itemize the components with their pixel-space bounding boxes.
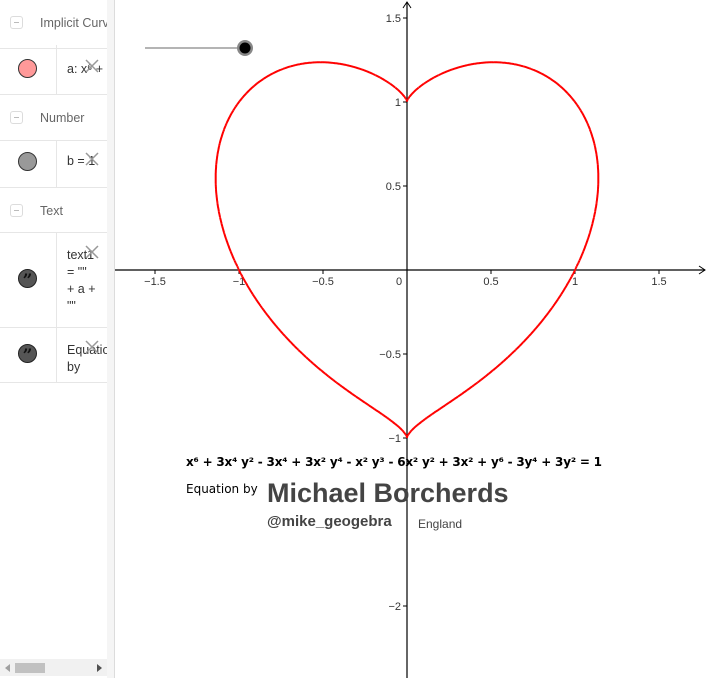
slider-knob[interactable] <box>239 42 251 54</box>
y-tick-label: −2 <box>388 601 401 613</box>
graphics-view[interactable]: −1.5 −1 −0.5 0 0.5 1 1.5 1.5 1 0.5 −0.5 −1 −2 x⁶ + 3… <box>115 0 708 678</box>
y-tick-label: 1 <box>395 97 401 109</box>
delete-icon[interactable] <box>84 339 100 355</box>
x-tick-label: 1.5 <box>651 276 666 288</box>
x-tick-label: −1.5 <box>144 276 166 288</box>
group-header-number[interactable]: Number <box>0 95 107 141</box>
axes <box>115 1 706 678</box>
delete-icon[interactable] <box>84 151 100 167</box>
y-tick-label: 0.5 <box>386 181 401 193</box>
x-tick-label: 0 <box>396 276 402 288</box>
algebra-view: Implicit Curve a: x⁶ + Number b = 1 Text… <box>0 0 108 678</box>
y-tick-label: 1.5 <box>386 13 401 25</box>
marble-icon[interactable] <box>18 59 37 78</box>
collapse-icon[interactable] <box>10 111 23 124</box>
view-divider[interactable] <box>107 0 115 678</box>
algebra-item-text2[interactable]: ” Equation by <box>0 328 107 383</box>
marble-icon[interactable] <box>18 152 37 171</box>
collapse-icon[interactable] <box>10 204 23 217</box>
quote-icon[interactable]: ” <box>18 344 37 366</box>
delete-icon[interactable] <box>84 244 100 260</box>
scrollbar-thumb[interactable] <box>15 663 45 673</box>
algebra-item-a[interactable]: a: x⁶ + <box>0 45 107 95</box>
y-tick-label: −1 <box>388 433 401 445</box>
equation-by-label[interactable]: Equation by <box>186 482 258 496</box>
group-header-text[interactable]: Text <box>0 188 107 233</box>
horizontal-scrollbar[interactable] <box>0 659 107 676</box>
author-country: England <box>418 517 463 531</box>
group-label: Implicit Curve <box>40 16 107 30</box>
quote-icon[interactable]: ” <box>18 269 37 291</box>
plot-canvas[interactable]: −1.5 −1 −0.5 0 0.5 1 1.51.510.5−0.5−1−2 <box>115 0 708 678</box>
author-handle: @mike_geogebra <box>267 513 392 530</box>
algebra-item-b[interactable]: b = 1 <box>0 141 107 188</box>
slider-b[interactable] <box>145 40 253 56</box>
x-tick-label: 1 <box>572 276 578 288</box>
algebra-item-text1[interactable]: ” text1 = "" + a + "" <box>0 233 107 328</box>
delete-icon[interactable] <box>84 58 100 74</box>
author-name: Michael Borcherds <box>267 478 509 508</box>
scroll-left-icon[interactable] <box>5 664 10 672</box>
scroll-right-icon[interactable] <box>97 664 102 672</box>
collapse-icon[interactable] <box>10 16 23 29</box>
group-label: Text <box>40 204 63 218</box>
group-label: Number <box>40 111 85 125</box>
group-header-implicit-curve[interactable]: Implicit Curve <box>0 0 107 49</box>
x-tick-label: 0.5 <box>483 276 498 288</box>
y-tick-label: −0.5 <box>379 349 401 361</box>
equation-text[interactable]: x⁶ + 3x⁴ y² - 3x⁴ + 3x² y⁴ - x² y³ - 6x²… <box>186 455 602 469</box>
x-tick-label: −0.5 <box>312 276 334 288</box>
